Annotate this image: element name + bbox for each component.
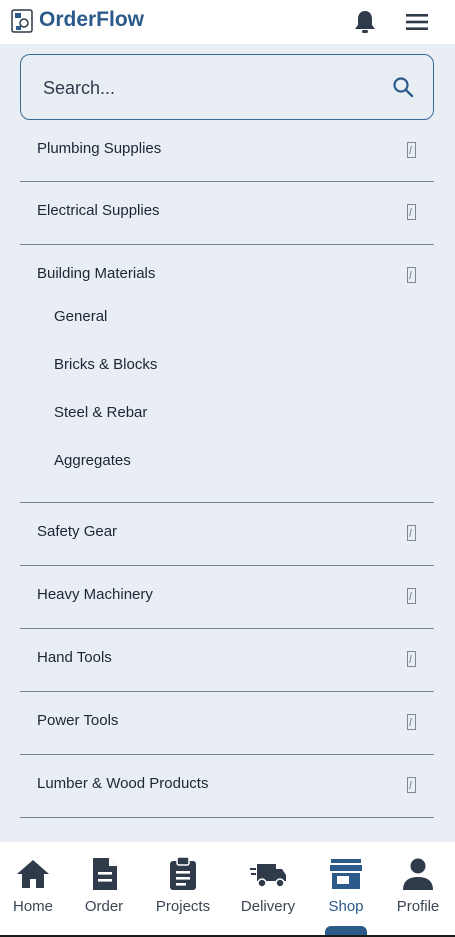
subcategory-label: Bricks & Blocks (54, 356, 158, 373)
category-lumber-wood-products[interactable]: Lumber & Wood Products (20, 755, 434, 818)
category-power-tools[interactable]: Power Tools (20, 692, 434, 755)
nav-profile[interactable]: Profile (383, 842, 453, 937)
category-label: Hand Tools (37, 649, 112, 666)
chevron-icon (407, 588, 416, 604)
category-label: Heavy Machinery (37, 586, 153, 603)
nav-order[interactable]: Order (69, 842, 139, 937)
nav-label: Order (84, 898, 124, 915)
person-icon (403, 858, 433, 890)
nav-label: Projects (155, 898, 211, 915)
logo-icon (11, 9, 33, 33)
home-icon (17, 860, 49, 888)
category-label: Plumbing Supplies (37, 140, 162, 157)
category-hand-tools[interactable]: Hand Tools (20, 629, 434, 692)
document-icon (93, 858, 117, 890)
bottom-navigation: Home Order Projects Delivery Shop Profil… (0, 842, 455, 937)
category-safety-gear[interactable]: Safety Gear (20, 503, 434, 566)
nav-label: Home (12, 898, 53, 915)
subcategory-list: General Bricks & Blocks Steel & Rebar Ag… (20, 304, 434, 502)
category-heavy-machinery[interactable]: Heavy Machinery (20, 566, 434, 629)
bell-icon[interactable] (353, 9, 377, 35)
chevron-icon (407, 714, 416, 730)
search-box (20, 54, 434, 120)
subcategory-label: General (54, 308, 108, 325)
chevron-icon (407, 777, 416, 793)
chevron-icon (407, 525, 416, 541)
nav-shop[interactable]: Shop (311, 842, 381, 937)
truck-icon (250, 864, 286, 888)
subcategory-label: Aggregates (54, 452, 131, 469)
nav-delivery[interactable]: Delivery (233, 842, 303, 937)
nav-label: Profile (396, 898, 440, 915)
menu-icon[interactable] (405, 12, 429, 32)
app-title: OrderFlow (39, 8, 145, 31)
category-label: Lumber & Wood Products (37, 775, 209, 792)
chevron-icon (407, 267, 416, 283)
category-plumbing-supplies[interactable]: Plumbing Supplies (20, 120, 434, 182)
app-header: OrderFlow (0, 0, 455, 44)
subcategory-aggregates[interactable]: Aggregates (20, 448, 434, 502)
nav-home[interactable]: Home (0, 842, 68, 937)
category-label: Building Materials (37, 265, 156, 282)
search-input[interactable] (43, 75, 373, 101)
nav-projects[interactable]: Projects (148, 842, 218, 937)
category-label: Safety Gear (37, 523, 118, 540)
nav-label: Delivery (240, 898, 296, 915)
chevron-icon (407, 651, 416, 667)
clipboard-icon (170, 856, 196, 890)
search-icon[interactable] (392, 76, 414, 98)
category-label: Power Tools (37, 712, 119, 729)
subcategory-bricks-blocks[interactable]: Bricks & Blocks (20, 352, 434, 400)
category-label: Electrical Supplies (37, 202, 160, 219)
chevron-icon (407, 204, 416, 220)
category-building-materials-group: Building Materials General Bricks & Bloc… (20, 245, 434, 503)
store-icon (330, 859, 362, 889)
subcategory-steel-rebar[interactable]: Steel & Rebar (20, 400, 434, 448)
category-electrical-supplies[interactable]: Electrical Supplies (20, 182, 434, 245)
subcategory-label: Steel & Rebar (54, 404, 148, 421)
nav-label: Shop (328, 898, 364, 915)
subcategory-general[interactable]: General (20, 304, 434, 352)
category-building-materials[interactable]: Building Materials (20, 245, 434, 304)
chevron-icon (407, 142, 416, 158)
category-list: Plumbing Supplies Electrical Supplies Bu… (0, 120, 455, 818)
